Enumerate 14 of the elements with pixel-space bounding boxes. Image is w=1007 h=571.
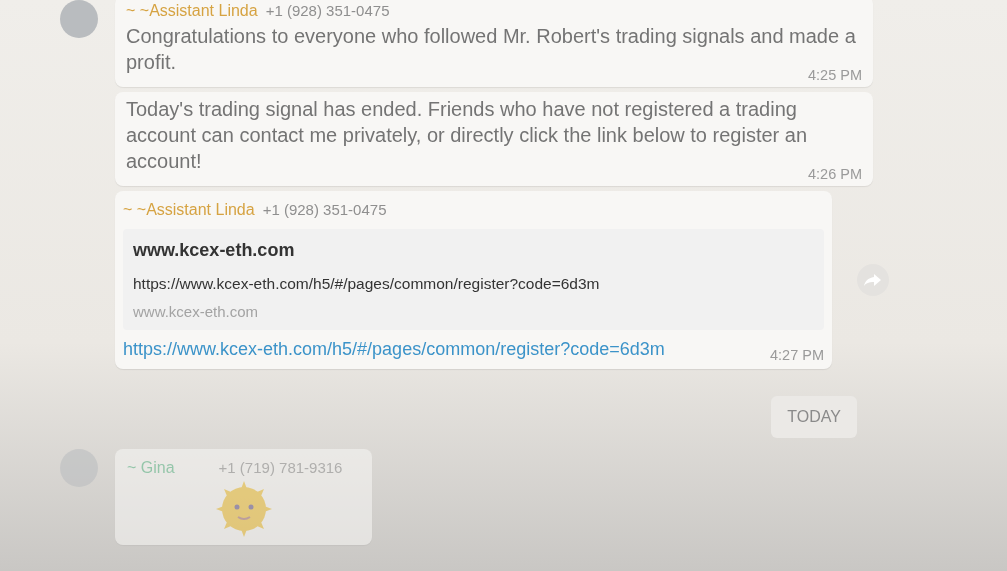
message-time: 4:25 PM <box>807 66 862 83</box>
sender-name: ~ ~Assistant Linda <box>126 2 258 20</box>
phone-number: +1 (928) 351-0475 <box>262 199 387 220</box>
message-time: 4:26 PM <box>807 165 862 182</box>
phone-number: +1 (719) 781-9316 <box>218 457 343 478</box>
phone-number: +1 (928) 351-0475 <box>265 1 390 21</box>
message-time: 4:27 PM <box>770 346 824 363</box>
preview-title: www.kcex-eth.com <box>133 239 296 262</box>
preview-domain: www.kcex-eth.com <box>133 302 260 323</box>
sender-name: ~ Gina <box>127 458 175 477</box>
message-link[interactable]: https://www.kcex-eth.com/h5/#/pages/common/register?code=6d3m <box>123 335 665 363</box>
sender-name: ~ ~Assistant Linda <box>123 200 255 219</box>
date-badge: TODAY <box>771 395 857 438</box>
preview-url: https://www.kcex-eth.com/h5/#/pages/common/register?code=6d3m <box>133 274 601 294</box>
